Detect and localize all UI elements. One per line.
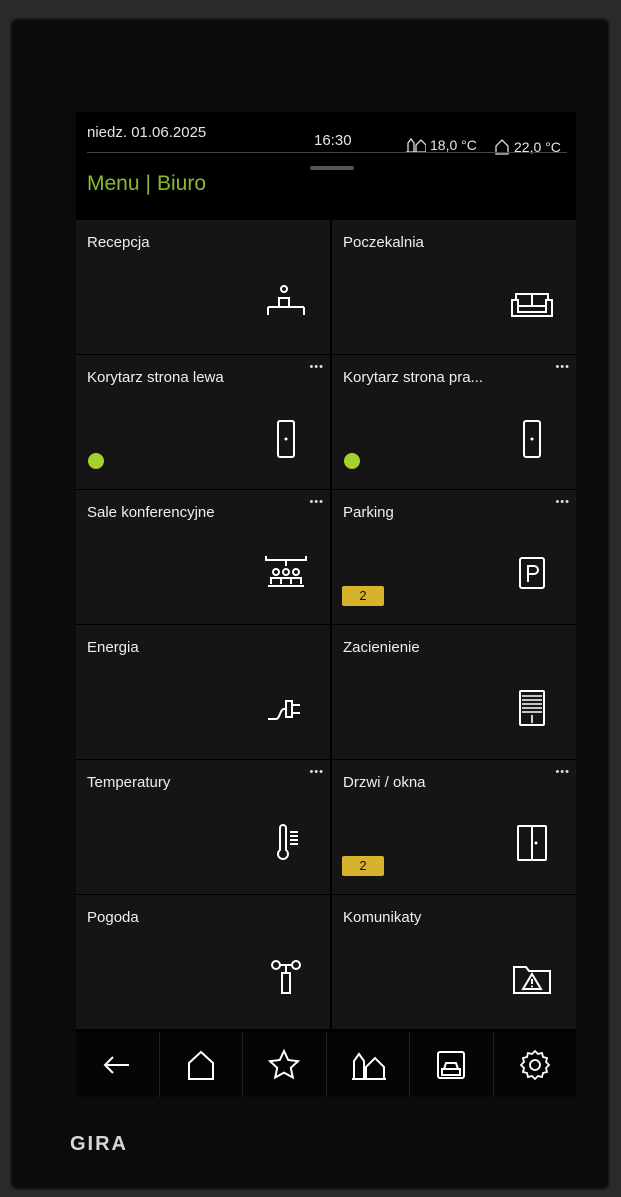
- thermometer-icon: [277, 824, 298, 860]
- brand-logo: GIRA: [70, 1133, 128, 1155]
- door-icon: [523, 420, 541, 458]
- settings-icon: [519, 1049, 551, 1080]
- window-icon: [517, 825, 547, 861]
- star-icon: [267, 1048, 301, 1079]
- breadcrumb-current: Biuro: [157, 172, 207, 195]
- conference-icon: [265, 556, 307, 587]
- reception-desk-icon: [267, 285, 305, 315]
- breadcrumb-separator: |: [145, 172, 151, 195]
- outdoor-home-icon: [406, 137, 426, 153]
- bottom-nav-bar: [76, 1032, 576, 1097]
- tile-label: Poczekalnia: [343, 234, 424, 251]
- nav-settings[interactable]: [494, 1032, 577, 1097]
- parking-icon: [519, 557, 545, 589]
- tile-label: Recepcja: [87, 234, 150, 251]
- more-options-icon[interactable]: •••: [309, 496, 324, 508]
- more-options-icon[interactable]: •••: [555, 496, 570, 508]
- tile-sale-konferencyjne[interactable]: Sale konferencyjne •••: [76, 490, 330, 624]
- breadcrumb-root[interactable]: Menu: [87, 172, 140, 195]
- nav-favorites[interactable]: [243, 1032, 327, 1097]
- home-icon: [187, 1050, 214, 1080]
- status-bar: niedz. 01.06.2025 16:30 18,0 °C 22,0 °C: [76, 112, 576, 155]
- back-arrow-icon: [103, 1055, 130, 1074]
- outdoor-home-icon: [351, 1051, 386, 1080]
- tile-korytarz-prawa[interactable]: Korytarz strona pra... •••: [332, 355, 576, 489]
- count-badge: 2: [342, 586, 384, 606]
- status-dot: [88, 453, 104, 469]
- tile-label: Temperatury: [87, 774, 171, 791]
- tile-temperatury[interactable]: Temperatury •••: [76, 760, 330, 894]
- tile-label: Pogoda: [87, 909, 139, 926]
- outdoor-temperature: 18,0 °C: [406, 137, 477, 153]
- tile-label: Parking: [343, 504, 394, 521]
- status-dot: [344, 453, 360, 469]
- date-text: niedz. 01.06.2025: [87, 124, 207, 141]
- breadcrumb: Menu | Biuro: [87, 172, 206, 196]
- tile-label: Korytarz strona lewa: [87, 369, 224, 386]
- more-options-icon[interactable]: •••: [309, 766, 324, 778]
- tile-drzwi-okna[interactable]: Drzwi / okna ••• 2: [332, 760, 576, 894]
- weather-station-icon: [271, 960, 301, 994]
- warning-folder-icon: [513, 966, 551, 994]
- pull-down-handle[interactable]: [310, 166, 354, 170]
- tile-label: Sale konferencyjne: [87, 504, 215, 521]
- tile-parking[interactable]: Parking ••• 2: [332, 490, 576, 624]
- tile-grid: Recepcja Poczekalnia Korytarz strona lew…: [76, 220, 576, 1032]
- plug-icon: [268, 700, 300, 720]
- tile-label: Energia: [87, 639, 139, 656]
- sofa-icon: [511, 293, 553, 317]
- more-options-icon[interactable]: •••: [555, 361, 570, 373]
- time-text: 16:30: [314, 132, 352, 149]
- tile-korytarz-lewa[interactable]: Korytarz strona lewa •••: [76, 355, 330, 489]
- nav-outdoor[interactable]: [327, 1032, 410, 1097]
- tile-poczekalnia[interactable]: Poczekalnia: [332, 220, 576, 354]
- outdoor-temp-value: 18,0 °C: [430, 137, 477, 153]
- screen: niedz. 01.06.2025 16:30 18,0 °C 22,0 °C …: [76, 112, 576, 1097]
- tile-pogoda[interactable]: Pogoda: [76, 895, 330, 1029]
- tile-label: Drzwi / okna: [343, 774, 426, 791]
- tile-label: Komunikaty: [343, 909, 422, 926]
- tile-komunikaty[interactable]: Komunikaty: [332, 895, 576, 1029]
- status-divider: [87, 152, 567, 153]
- more-options-icon[interactable]: •••: [555, 766, 570, 778]
- garage-icon: [437, 1050, 466, 1079]
- door-icon: [277, 420, 295, 458]
- blinds-icon: [519, 690, 545, 726]
- tile-recepcja[interactable]: Recepcja: [76, 220, 330, 354]
- more-options-icon[interactable]: •••: [309, 361, 324, 373]
- tile-label: Korytarz strona pra...: [343, 369, 484, 386]
- nav-home[interactable]: [160, 1032, 243, 1097]
- tile-label: Zacienienie: [343, 639, 420, 656]
- nav-garage[interactable]: [410, 1032, 494, 1097]
- nav-back[interactable]: [76, 1032, 160, 1097]
- tile-energia[interactable]: Energia: [76, 625, 330, 759]
- tile-zacienienie[interactable]: Zacienienie: [332, 625, 576, 759]
- count-badge: 2: [342, 856, 384, 876]
